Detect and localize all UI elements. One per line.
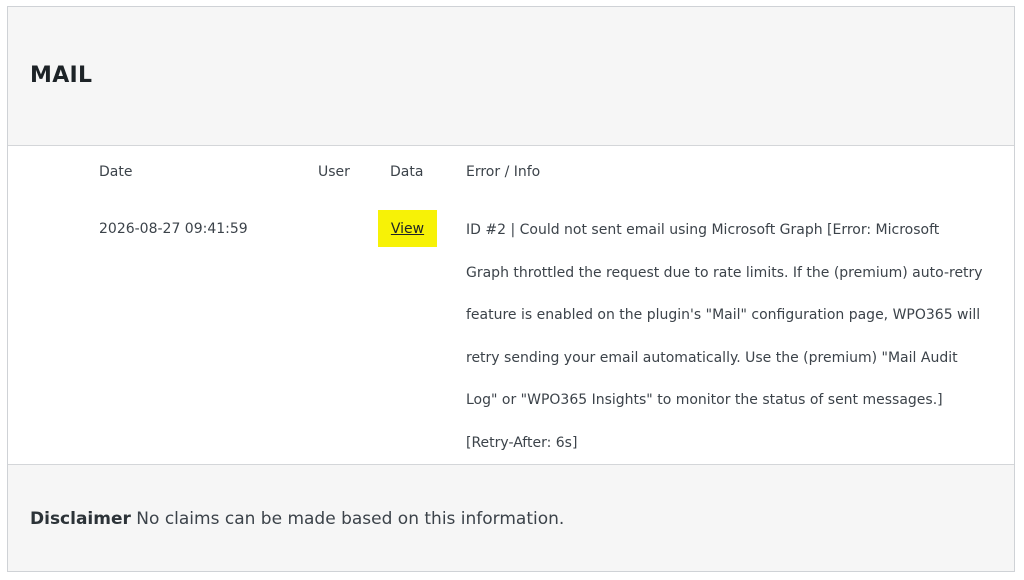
- disclaimer: Disclaimer No claims can be made based o…: [30, 509, 564, 529]
- mail-log-panel: MAIL Date User Data Error / Info 2026-08…: [7, 6, 1015, 572]
- disclaimer-label: Disclaimer: [30, 509, 131, 529]
- log-table: Date User Data Error / Info 2026-08-27 0…: [8, 146, 1014, 465]
- panel-title: MAIL: [30, 63, 93, 88]
- panel-header: MAIL: [8, 7, 1014, 146]
- view-data-link[interactable]: View: [378, 210, 437, 247]
- column-header-info: Error / Info: [466, 164, 541, 180]
- disclaimer-text: No claims can be made based on this info…: [136, 509, 565, 529]
- column-header-user: User: [318, 164, 350, 180]
- column-header-date: Date: [99, 164, 133, 180]
- row-error-info: ID #2 | Could not sent email using Micro…: [466, 222, 983, 451]
- row-date: 2026-08-27 09:41:59: [99, 221, 248, 237]
- panel-footer: Disclaimer No claims can be made based o…: [8, 465, 1014, 571]
- column-header-data: Data: [390, 164, 424, 180]
